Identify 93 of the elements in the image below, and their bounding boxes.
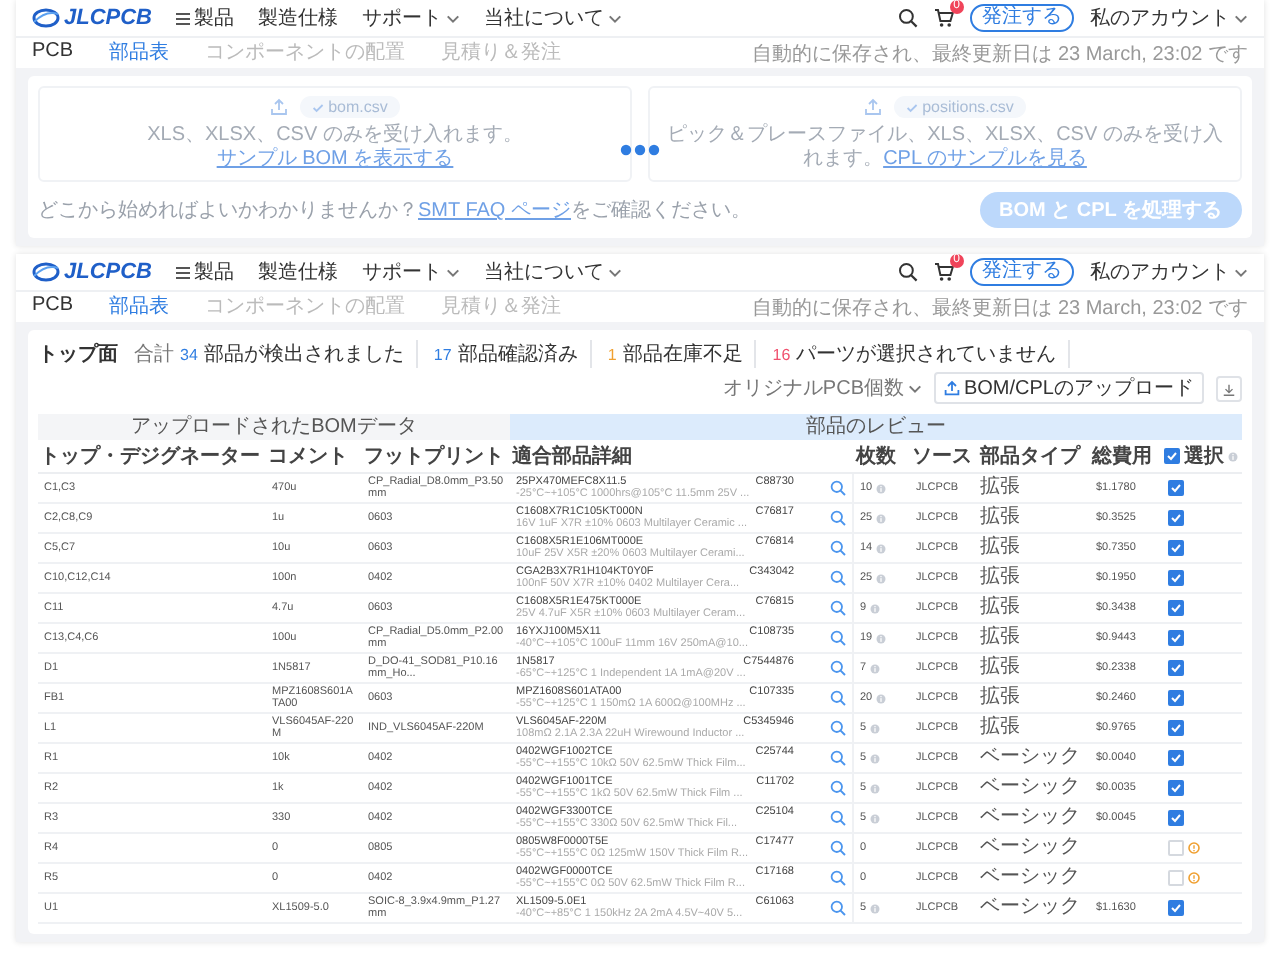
part-type-cell: 拡張 bbox=[978, 564, 1090, 594]
checkbox[interactable] bbox=[1168, 570, 1184, 586]
part-type-cell: ベーシック bbox=[978, 774, 1090, 804]
part-type-cell: 拡張 bbox=[978, 624, 1090, 654]
checkbox[interactable] bbox=[1168, 810, 1184, 826]
nav-menu-item[interactable]: 当社について bbox=[484, 258, 623, 286]
nav-menu-item[interactable]: 製造仕様 bbox=[258, 4, 339, 32]
stat-label: 部品在庫不足 bbox=[622, 341, 743, 368]
checkbox[interactable] bbox=[1168, 600, 1184, 616]
file-requirements-text: XLS、XLSX、CSV のみを受け入れます。 サンプル BOM を表示する bbox=[145, 124, 525, 172]
upload-bom-button[interactable]: BOM/CPLのアップロード bbox=[933, 372, 1204, 404]
part-type-cell: ベーシック bbox=[978, 834, 1090, 864]
count-text: 17 bbox=[433, 345, 452, 363]
caret-icon bbox=[446, 13, 461, 23]
checkbox[interactable] bbox=[1168, 690, 1184, 706]
nav-menu-item[interactable]: 製品 bbox=[176, 4, 235, 32]
search-icon[interactable] bbox=[898, 262, 918, 282]
download-icon bbox=[1222, 381, 1236, 397]
account-menu[interactable]: 私のアカウント bbox=[1090, 258, 1248, 286]
checkbox[interactable] bbox=[1168, 540, 1184, 556]
cart-icon[interactable] bbox=[934, 262, 954, 282]
caret-icon bbox=[446, 267, 461, 277]
stat-label: 部品確認済み bbox=[457, 341, 578, 368]
file-chip: positions.csv bbox=[894, 96, 1026, 118]
group-header: 部品のレビュー bbox=[510, 414, 1242, 440]
column-header: 枚数 bbox=[854, 440, 910, 474]
part-type-cell: ベーシック bbox=[978, 744, 1090, 774]
stat-label: パーツが選択されていません bbox=[796, 342, 1057, 368]
part-type-cell: 拡張 bbox=[978, 474, 1090, 504]
checkbox[interactable] bbox=[1164, 448, 1180, 464]
checkbox[interactable] bbox=[1168, 660, 1184, 676]
checkbox[interactable] bbox=[1168, 480, 1184, 496]
part-type-cell: ベーシック bbox=[978, 864, 1090, 894]
part-type-cell: 拡張 bbox=[978, 504, 1090, 534]
column-header: 適合部品詳細 bbox=[510, 440, 854, 474]
menu-icon bbox=[176, 11, 191, 25]
caret-icon bbox=[1234, 13, 1248, 23]
count-text: 34 bbox=[180, 345, 198, 363]
upload-icon bbox=[943, 380, 960, 396]
nav-menu-item[interactable]: 製造仕様 bbox=[258, 258, 339, 286]
checkbox[interactable] bbox=[1168, 720, 1184, 736]
account-menu[interactable]: 私のアカウント bbox=[1090, 4, 1248, 32]
count-text: 16 bbox=[772, 345, 791, 363]
autosave-note: 自動的に保存され、最終更新日は 23 March, 23:02 です bbox=[752, 41, 1248, 67]
part-type-cell: 拡張 bbox=[978, 714, 1090, 744]
checkbox[interactable] bbox=[1168, 750, 1184, 766]
part-type-cell: 拡張 bbox=[978, 654, 1090, 684]
count-text: 1 bbox=[607, 345, 617, 363]
brand-logo[interactable]: JLCPCB bbox=[32, 260, 153, 284]
part-type-cell: ベーシック bbox=[978, 804, 1090, 834]
stat-label: 部品が検出されました bbox=[203, 341, 404, 368]
column-header: 選択 bbox=[1184, 443, 1224, 470]
part-type-cell: 拡張 bbox=[978, 684, 1090, 714]
upload-icon bbox=[864, 98, 883, 116]
order-button[interactable]: 発注する bbox=[970, 258, 1074, 286]
cart-icon[interactable] bbox=[934, 8, 954, 28]
check-icon bbox=[906, 101, 919, 113]
nav-menu-item[interactable]: サポート bbox=[362, 258, 461, 286]
caret-icon bbox=[907, 383, 922, 393]
check-icon bbox=[312, 101, 325, 113]
brand-logo[interactable]: JLCPCB bbox=[32, 6, 153, 30]
nav-menu-item[interactable]: 当社について bbox=[484, 4, 623, 32]
caret-icon bbox=[1234, 267, 1248, 277]
order-button[interactable]: 発注する bbox=[970, 4, 1074, 32]
caret-icon bbox=[608, 13, 623, 23]
page-tab[interactable]: PCB bbox=[32, 40, 74, 66]
group-header: アップロードされたBOMデータ bbox=[38, 414, 510, 440]
caret-icon bbox=[608, 267, 623, 277]
checkbox[interactable] bbox=[1168, 510, 1184, 526]
board-side-label: トップ面 bbox=[38, 340, 118, 368]
part-type-cell: 拡張 bbox=[978, 534, 1090, 564]
checkbox[interactable] bbox=[1168, 630, 1184, 646]
autosave-note: 自動的に保存され、最終更新日は 23 March, 23:02 です bbox=[752, 295, 1248, 321]
download-button[interactable] bbox=[1216, 375, 1242, 401]
checkbox[interactable] bbox=[1168, 780, 1184, 796]
part-type-cell: ベーシック bbox=[978, 894, 1090, 924]
search-icon[interactable] bbox=[898, 8, 918, 28]
column-header: 部品タイプ bbox=[978, 440, 1090, 474]
part-type-cell: 拡張 bbox=[978, 594, 1090, 624]
help-text: どこから始めればよいかわかりませんか？SMT FAQ ページをご確認ください。 bbox=[38, 197, 751, 224]
info-icon bbox=[1228, 451, 1238, 461]
total-label: 合計 bbox=[134, 341, 174, 368]
nav-menu-item[interactable]: サポート bbox=[362, 4, 461, 32]
pcb-quantity-dropdown[interactable]: オリジナルPCB個数 bbox=[722, 374, 922, 402]
checkbox[interactable] bbox=[1168, 900, 1184, 916]
file-requirements-text: ピック＆プレースファイル、XLS、XLSX、CSV のみを受け入れます。CPL のサンプルを見る bbox=[666, 124, 1224, 172]
nav-menu-item[interactable]: 製品 bbox=[176, 258, 235, 286]
page-tab[interactable]: PCB bbox=[32, 294, 74, 320]
column-header: 総費用 bbox=[1090, 440, 1162, 474]
file-chip: bom.csv bbox=[300, 96, 400, 118]
menu-icon bbox=[176, 265, 191, 279]
column-header: ソース bbox=[910, 440, 978, 474]
upload-icon bbox=[270, 98, 289, 116]
